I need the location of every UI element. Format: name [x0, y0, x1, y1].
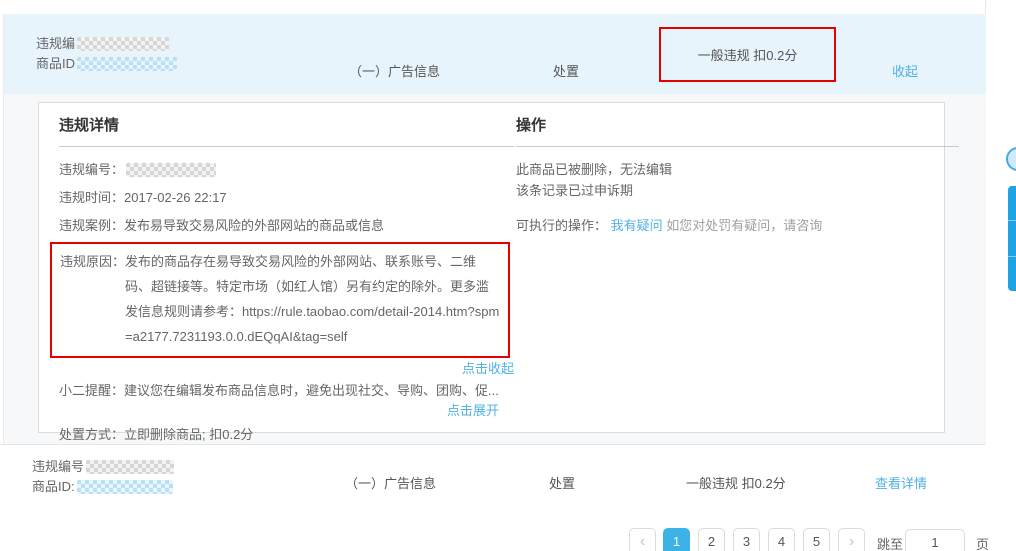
highlight-box-reason: 违规原因： 发布的商品存在易导致交易风险的外部网站、联系账号、二维码、超链接等。… — [50, 242, 510, 358]
collapse-record-link[interactable]: 收起 — [892, 61, 918, 80]
dispose-column-label: 处置 — [553, 61, 579, 80]
question-link[interactable]: 我有疑问 — [611, 218, 663, 233]
operations-status-1: 此商品已被删除，无法编辑 — [516, 160, 959, 179]
dispose-column-label: 处置 — [549, 473, 575, 492]
violation-time-value: 2017-02-26 22:17 — [124, 188, 227, 207]
item-id-label: 商品ID — [36, 54, 75, 74]
expanded-record-header: 违规编 商品ID （一）广告信息 处置 一般违规 扣0.2分 收起 — [4, 14, 986, 94]
violation-no-row: 违规编号： — [59, 160, 514, 179]
violation-detail-column: 违规详情 违规编号： 违规时间： 2017-02-26 22:17 违规案例： … — [59, 114, 514, 472]
jump-to-page-input[interactable] — [905, 529, 965, 551]
violation-no-redacted — [126, 163, 216, 177]
violation-case-label: 违规案例： — [59, 216, 124, 235]
collapsed-record-row: 违规编号 商品ID: （一）广告信息 处置 一般违规 扣0.2分 查看详情 — [0, 445, 1016, 521]
disposal-value: 立即删除商品; 扣0.2分 — [124, 425, 253, 444]
item-id-redacted — [77, 57, 177, 71]
penalty-text: 一般违规 扣0.2分 — [686, 473, 786, 492]
page-button-5[interactable]: 5 — [803, 528, 830, 551]
executable-actions-row: 可执行的操作： 我有疑问 如您对处罚有疑问，请咨询 — [516, 216, 959, 235]
question-hint: 如您对处罚有疑问，请咨询 — [666, 218, 822, 233]
operations-column: 操作 此商品已被删除，无法编辑 该条记录已过申诉期 可执行的操作： 我有疑问 如… — [516, 114, 959, 235]
violation-reason-label: 违规原因： — [60, 249, 125, 349]
violation-detail-title: 违规详情 — [59, 114, 514, 147]
highlight-box-penalty: 一般违规 扣0.2分 — [659, 27, 836, 82]
pagination: ‹ 1 2 3 4 5 › 跳至 页 — [0, 528, 1016, 551]
floating-toolbar-segment[interactable] — [1008, 257, 1016, 291]
violation-no-redacted — [77, 37, 169, 51]
violation-no-label: 违规编 — [36, 34, 75, 54]
page-button-4[interactable]: 4 — [768, 528, 795, 551]
staff-tip-label: 小二提醒： — [59, 381, 124, 400]
violation-reason-value: 发布的商品存在易导致交易风险的外部网站、联系账号、二维码、超链接等。特定市场（如… — [125, 249, 500, 349]
detail-card: 违规详情 违规编号： 违规时间： 2017-02-26 22:17 违规案例： … — [38, 102, 945, 433]
violation-list: 违规编 商品ID （一）广告信息 处置 一般违规 扣0.2分 收起 违规详情 — [3, 14, 985, 445]
violation-case-value: 发布易导致交易风险的外部网站的商品或信息 — [124, 216, 384, 235]
disposal-label: 处置方式： — [59, 425, 124, 444]
staff-tip-value: 建议您在编辑发布商品信息时，避免出现社交、导购、团购、促... — [124, 381, 499, 400]
jump-to-label: 跳至 — [877, 534, 903, 551]
item-id-label: 商品ID: — [32, 477, 75, 497]
collapse-reason-link[interactable]: 点击收起 — [462, 361, 514, 376]
floating-toolbar-segment[interactable] — [1008, 186, 1016, 221]
violation-time-label: 违规时间： — [59, 188, 124, 207]
violation-records-page: 违规编 商品ID （一）广告信息 处置 一般违规 扣0.2分 收起 违规详情 — [0, 0, 1016, 551]
floating-toolbar-segment[interactable] — [1008, 221, 1016, 256]
page-button-3[interactable]: 3 — [733, 528, 760, 551]
expand-tip-link[interactable]: 点击展开 — [447, 403, 499, 418]
penalty-text: 一般违规 扣0.2分 — [698, 45, 798, 64]
violation-no-label: 违规编号： — [59, 160, 124, 179]
page-unit-label: 页 — [976, 534, 989, 551]
page-button-2[interactable]: 2 — [698, 528, 725, 551]
floating-toolbar[interactable] — [1008, 186, 1016, 291]
view-detail-link[interactable]: 查看详情 — [875, 473, 927, 492]
violation-category: （一）广告信息 — [349, 61, 440, 80]
violation-no-redacted — [86, 460, 174, 474]
violation-time-row: 违规时间： 2017-02-26 22:17 — [59, 188, 514, 207]
record-identifiers: 违规编 商品ID — [36, 34, 177, 74]
item-id-redacted — [77, 480, 173, 494]
violation-no-label: 违规编号 — [32, 457, 84, 477]
operations-title: 操作 — [516, 114, 959, 147]
expanded-detail-area: 违规详情 违规编号： 违规时间： 2017-02-26 22:17 违规案例： … — [4, 94, 986, 445]
violation-case-row: 违规案例： 发布易导致交易风险的外部网站的商品或信息 — [59, 216, 514, 235]
staff-tip-row: 小二提醒： 建议您在编辑发布商品信息时，避免出现社交、导购、团购、促... — [59, 381, 514, 400]
disposal-row: 处置方式： 立即删除商品; 扣0.2分 — [59, 425, 514, 444]
record-identifiers: 违规编号 商品ID: — [32, 457, 174, 497]
prev-page-button[interactable]: ‹ — [629, 528, 656, 551]
next-page-button[interactable]: › — [838, 528, 865, 551]
executable-actions-label: 可执行的操作： — [516, 218, 607, 233]
page-button-1[interactable]: 1 — [663, 528, 690, 551]
operations-status-2: 该条记录已过申诉期 — [516, 181, 959, 200]
violation-category: （一）广告信息 — [345, 473, 436, 492]
